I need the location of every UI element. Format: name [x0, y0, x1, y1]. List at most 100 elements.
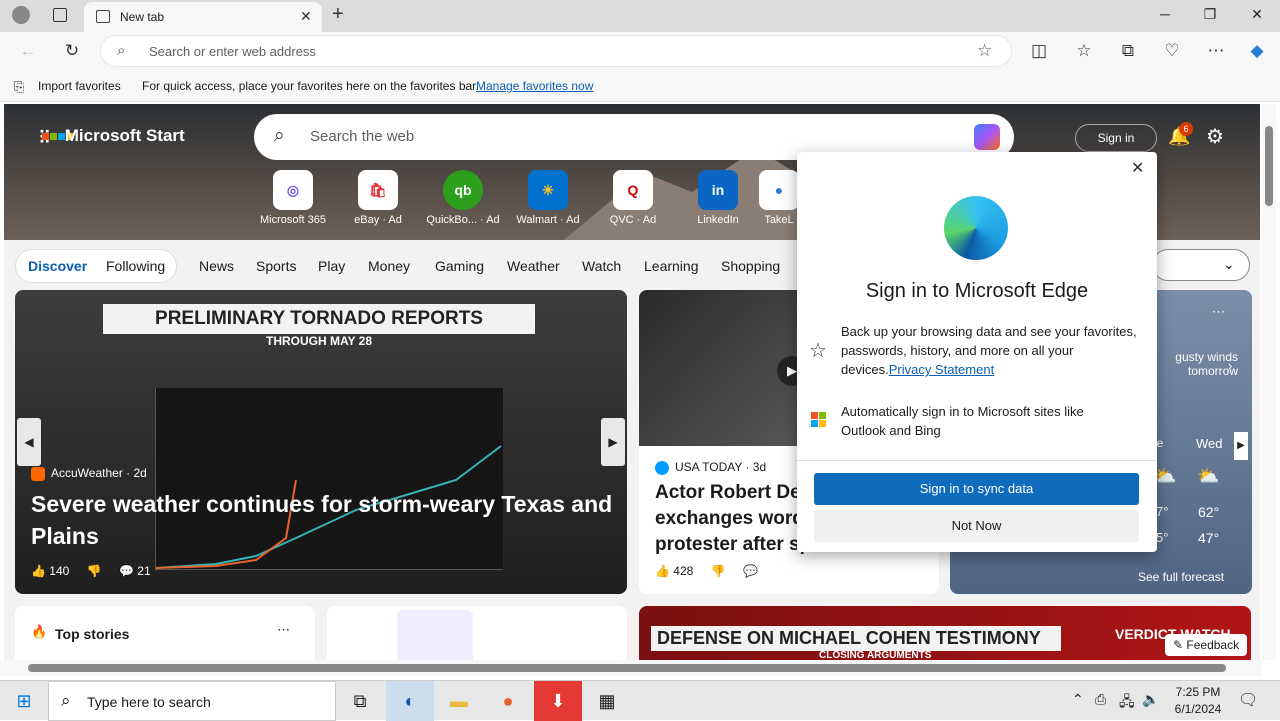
- tab-following[interactable]: Following: [106, 258, 165, 274]
- privacy-statement-link[interactable]: Privacy Statement: [889, 362, 995, 377]
- favorites-hint: For quick access, place your favorites h…: [142, 79, 479, 93]
- split-screen-icon[interactable]: ◫: [1028, 41, 1050, 61]
- quick-link-ebay[interactable]: 🛍 eBay · Ad: [338, 170, 418, 226]
- tab-news[interactable]: News: [199, 258, 234, 274]
- favorite-star-icon[interactable]: ☆: [977, 41, 992, 61]
- dislike-icon[interactable]: 👎: [87, 564, 102, 578]
- minimize-icon[interactable]: ─: [1155, 6, 1175, 22]
- horizontal-scrollbar[interactable]: [0, 660, 1262, 676]
- product-card[interactable]: [327, 606, 627, 660]
- grid-app-icon[interactable]: ▦: [583, 681, 631, 721]
- like-icon[interactable]: 👍: [655, 564, 670, 578]
- sign-in-button[interactable]: Sign in: [1075, 124, 1157, 152]
- dislike-icon[interactable]: 👎: [711, 564, 726, 578]
- tab-learning[interactable]: Learning: [644, 258, 699, 274]
- copilot-icon[interactable]: ◆: [1246, 41, 1268, 61]
- chevron-right-icon[interactable]: ›: [1228, 358, 1232, 373]
- web-search-placeholder: Search the web: [310, 128, 415, 145]
- vertical-tabs-icon[interactable]: [53, 8, 67, 22]
- vertical-scrollbar[interactable]: [1262, 104, 1276, 660]
- feedback-icon: ✎: [1173, 638, 1184, 652]
- scroll-thumb[interactable]: [1265, 126, 1273, 206]
- edge-logo-icon: [944, 196, 1008, 260]
- main-story-card[interactable]: PRELIMINARY TORNADO REPORTS THROUGH MAY …: [15, 290, 627, 594]
- task-view-icon[interactable]: ⧉: [336, 681, 384, 721]
- star-icon: ☆: [809, 340, 827, 362]
- action-center-icon[interactable]: 🗨: [1238, 690, 1258, 710]
- firefox-icon[interactable]: ●: [484, 681, 532, 721]
- tab-page-icon: [96, 10, 110, 23]
- tab-title: New tab: [120, 10, 165, 24]
- story-headline[interactable]: Severe weather continues for storm-weary…: [31, 488, 621, 552]
- tab-watch[interactable]: Watch: [582, 258, 621, 274]
- tab-sports[interactable]: Sports: [256, 258, 296, 274]
- quick-link-takelessons[interactable]: ● TakeL: [759, 170, 799, 226]
- tray-overflow-icon[interactable]: ⌃: [1072, 691, 1084, 708]
- tab-weather[interactable]: Weather: [507, 258, 560, 274]
- import-favorites-icon[interactable]: ⎘: [14, 79, 24, 95]
- see-forecast-link[interactable]: See full forecast: [1138, 570, 1224, 584]
- back-icon[interactable]: ←: [17, 41, 39, 61]
- close-window-icon[interactable]: ✕: [1247, 6, 1267, 23]
- quick-link-microsoft365[interactable]: ◎ Microsoft 365: [253, 170, 333, 226]
- profile-icon[interactable]: [12, 6, 30, 24]
- feedback-button[interactable]: ✎ Feedback: [1165, 634, 1248, 656]
- sign-in-sync-button[interactable]: Sign in to sync data: [814, 473, 1139, 505]
- popup-close-icon[interactable]: ✕: [1131, 158, 1144, 178]
- tab-gaming[interactable]: Gaming: [435, 258, 484, 274]
- comment-icon[interactable]: 💬: [743, 564, 758, 578]
- tab-play[interactable]: Play: [318, 258, 345, 274]
- like-icon[interactable]: 👍: [31, 564, 46, 578]
- device-icon[interactable]: ⎙: [1095, 691, 1106, 708]
- more-menu-icon[interactable]: ⋯: [1205, 41, 1227, 61]
- quick-link-quickbooks[interactable]: qb QuickBo... · Ad: [423, 170, 503, 226]
- top-stories-card[interactable]: 🔥 Top stories ⋯: [15, 606, 315, 660]
- address-bar[interactable]: ⌕ Search or enter web address ☆: [100, 35, 1012, 67]
- scroll-thumb[interactable]: [28, 664, 1226, 672]
- import-favorites-button[interactable]: Import favorites: [38, 79, 121, 93]
- settings-gear-icon[interactable]: ⚙: [1206, 124, 1224, 149]
- comment-icon[interactable]: 💬: [119, 564, 134, 578]
- chevron-down-icon: ⌄: [1223, 256, 1235, 272]
- browser-essentials-icon[interactable]: ♡: [1161, 41, 1183, 61]
- close-tab-icon[interactable]: ✕: [300, 8, 312, 25]
- windows-start-icon[interactable]: ⊞: [0, 681, 48, 721]
- file-explorer-icon[interactable]: ▬: [435, 681, 483, 721]
- layout-dropdown[interactable]: ⌄: [1152, 249, 1250, 281]
- copilot-search-icon[interactable]: [974, 124, 1000, 150]
- microsoft-start-logo[interactable]: Microsoft Start: [42, 126, 185, 146]
- accuweather-icon: [31, 466, 45, 481]
- popup-title: Sign in to Microsoft Edge: [865, 280, 1089, 302]
- new-tab-icon[interactable]: +: [332, 3, 344, 26]
- forecast-next-icon[interactable]: ▶: [1234, 432, 1248, 460]
- popup-autosignin-text: Automatically sign in to Microsoft sites…: [841, 404, 1084, 438]
- taskbar-search[interactable]: ⌕ Type here to search: [48, 681, 336, 721]
- not-now-button[interactable]: Not Now: [814, 510, 1139, 542]
- carousel-next-button[interactable]: ▶: [601, 418, 625, 466]
- clock-date[interactable]: 6/1/2024: [1168, 702, 1228, 716]
- quick-link-walmart[interactable]: ✳ Walmart · Ad: [508, 170, 588, 226]
- weather-high: 62°: [1198, 504, 1220, 520]
- manage-favorites-link[interactable]: Manage favorites now: [476, 79, 593, 93]
- tab-shopping[interactable]: Shopping: [721, 258, 780, 274]
- refresh-icon[interactable]: ↻: [61, 41, 83, 61]
- maximize-icon[interactable]: ❐: [1200, 6, 1220, 23]
- favorites-icon[interactable]: ☆: [1073, 41, 1095, 61]
- tab-new-tab[interactable]: New tab ✕: [84, 2, 322, 32]
- tab-money[interactable]: Money: [368, 258, 410, 274]
- clock-time[interactable]: 7:25 PM: [1172, 685, 1224, 699]
- edge-taskbar-icon[interactable]: ◐: [386, 681, 434, 721]
- quick-link-qvc[interactable]: Q QVC · Ad: [593, 170, 673, 226]
- collections-icon[interactable]: ⧉: [1117, 41, 1139, 61]
- quick-link-linkedin[interactable]: in LinkedIn: [678, 170, 758, 226]
- popup-divider: [797, 460, 1157, 461]
- weather-more-icon[interactable]: ⋯: [1212, 304, 1225, 320]
- sun-cloud-icon: ⛅: [1197, 466, 1220, 486]
- carousel-prev-button[interactable]: ◀: [17, 418, 41, 466]
- tab-discover[interactable]: Discover: [28, 258, 87, 274]
- download-app-icon[interactable]: ⬇: [534, 681, 582, 721]
- top-stories-more-icon[interactable]: ⋯: [277, 622, 290, 638]
- network-icon[interactable]: 🖧: [1119, 691, 1135, 715]
- volume-icon[interactable]: 🔈: [1142, 691, 1159, 708]
- cohen-video-card[interactable]: DEFENSE ON MICHAEL COHEN TESTIMONY CLOSI…: [639, 606, 1251, 660]
